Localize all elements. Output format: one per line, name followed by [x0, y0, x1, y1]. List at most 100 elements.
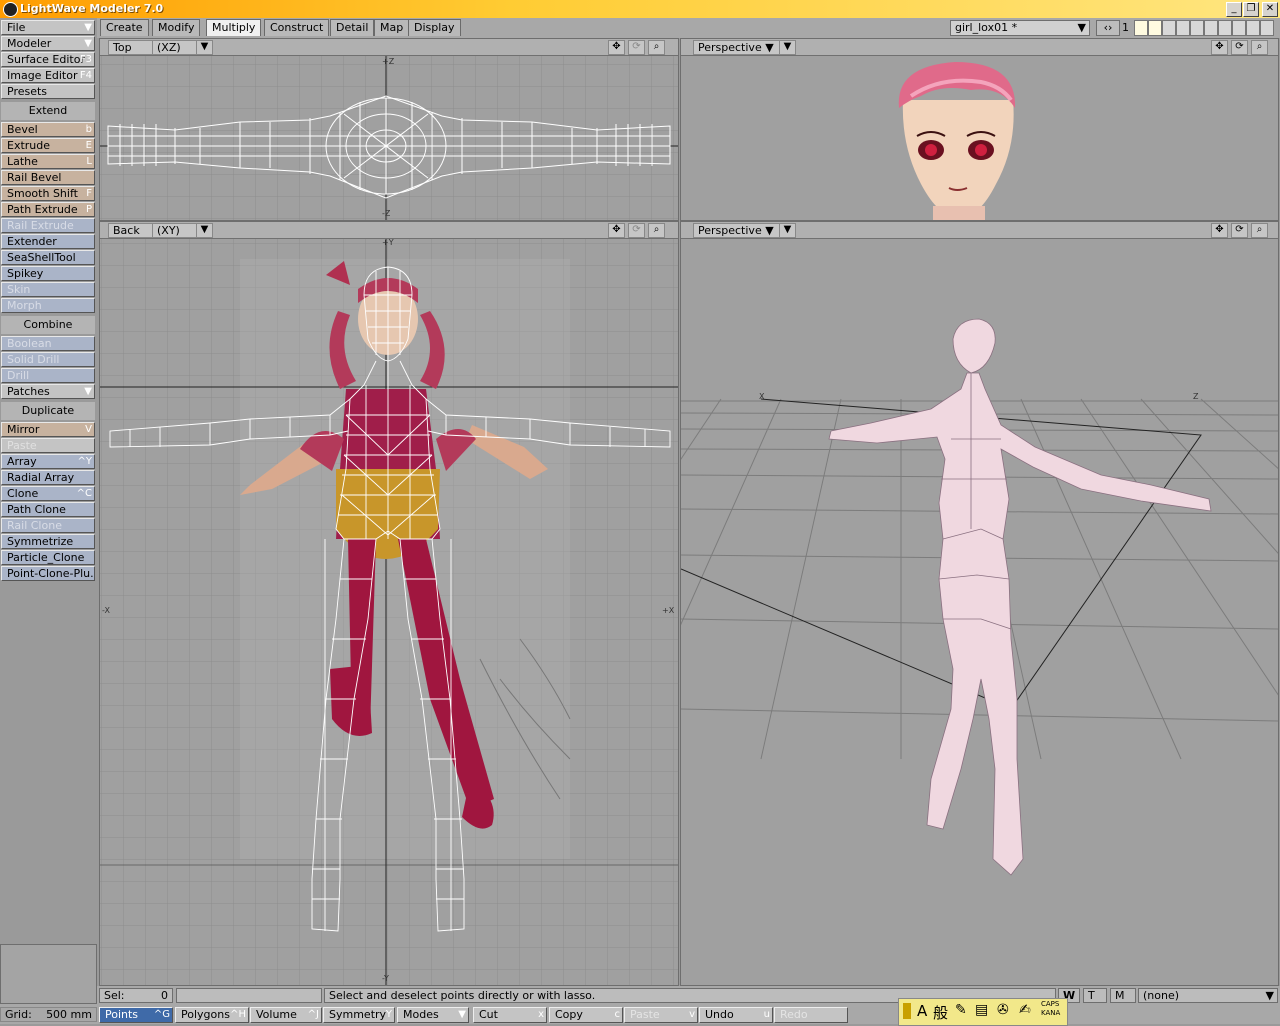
rotate-view-icon[interactable]: ⟳	[628, 223, 645, 238]
sidebar-path-extrude[interactable]: Path Extrude P	[1, 202, 95, 217]
sidebar-modeler[interactable]: Modeler ▼	[1, 36, 95, 51]
view-label[interactable]: Top	[108, 40, 158, 55]
mode-cut-button[interactable]: Cut x	[473, 1007, 547, 1023]
layer-button[interactable]	[1190, 20, 1204, 36]
move-view-icon[interactable]: ✥	[608, 223, 625, 238]
view-label[interactable]: Perspective ▼	[693, 223, 781, 238]
rotate-view-icon[interactable]: ⟳	[1231, 223, 1248, 238]
tab-detail[interactable]: Detail	[330, 19, 375, 36]
sidebar-patches[interactable]: Patches ▼	[1, 384, 95, 399]
sidebar-smooth-shift[interactable]: Smooth Shift F	[1, 186, 95, 201]
sidebar-skin[interactable]: Skin	[1, 282, 95, 297]
viewport-top[interactable]: Top (XZ) ▼ ✥ ⟳ ⌕ +Z -Z	[99, 38, 679, 221]
layer-prev-next[interactable]: ‹›	[1096, 20, 1120, 36]
mode-symmetry-button[interactable]: Symmetry Y	[323, 1007, 395, 1023]
mode-paste-button[interactable]: Paste v	[624, 1007, 698, 1023]
minimize-button[interactable]: _	[1226, 2, 1242, 17]
mode-modes-button[interactable]: Modes ▼	[397, 1007, 469, 1023]
sidebar-image-editor[interactable]: Image Editor F4	[1, 68, 95, 83]
ime-tool-icon[interactable]: ✇	[997, 1002, 1009, 1018]
sidebar-rail-bevel[interactable]: Rail Bevel	[1, 170, 95, 185]
layer-button[interactable]	[1246, 20, 1260, 36]
mode-points-button[interactable]: Points ^G	[99, 1007, 173, 1023]
object-selector[interactable]: girl_lox01 * ▼	[950, 20, 1090, 36]
mode-copy-button[interactable]: Copy c	[549, 1007, 623, 1023]
sidebar-boolean[interactable]: Boolean	[1, 336, 95, 351]
zoom-icon[interactable]: ⌕	[648, 40, 665, 55]
ime-mode-a[interactable]: A	[917, 1002, 927, 1020]
sidebar-extender[interactable]: Extender	[1, 234, 95, 249]
sidebar-paste[interactable]: Paste	[1, 438, 95, 453]
sidebar-rail-extrude[interactable]: Rail Extrude	[1, 218, 95, 233]
viewport-perspective-1[interactable]: Perspective ▼ ▼ ✥ ⟳ ⌕	[680, 38, 1279, 221]
layer-button[interactable]	[1204, 20, 1218, 36]
tab-create[interactable]: Create	[100, 19, 149, 36]
mode-volume-button[interactable]: Volume ^J	[250, 1007, 322, 1023]
sidebar-morph[interactable]: Morph	[1, 298, 95, 313]
chevron-down-icon[interactable]: ▼	[196, 40, 213, 55]
viewport-back[interactable]: Back (XY) ▼ ✥ ⟳ ⌕ +Y -Y -X +X	[99, 221, 679, 986]
view-axes[interactable]: (XY)	[152, 223, 198, 238]
tab-display[interactable]: Display	[408, 19, 461, 36]
layer-button[interactable]	[1162, 20, 1176, 36]
layer-button[interactable]	[1148, 20, 1162, 36]
zoom-icon[interactable]: ⌕	[1251, 40, 1268, 55]
tab-modify[interactable]: Modify	[152, 19, 201, 36]
rotate-view-icon[interactable]: ⟳	[1231, 40, 1248, 55]
sidebar-surface-editor[interactable]: Surface Editor F3	[1, 52, 95, 67]
sidebar-clone[interactable]: Clone ^C	[1, 486, 95, 501]
layer-button[interactable]	[1176, 20, 1190, 36]
tab-construct[interactable]: Construct	[264, 19, 330, 36]
move-view-icon[interactable]: ✥	[1211, 223, 1228, 238]
chevron-down-icon[interactable]: ▼	[196, 223, 213, 238]
sidebar-presets[interactable]: Presets	[1, 84, 95, 99]
sidebar-solid-drill[interactable]: Solid Drill	[1, 352, 95, 367]
back-view-canvas[interactable]: +Y -Y -X +X	[100, 239, 678, 985]
ime-mode-han[interactable]: 般	[933, 1002, 948, 1023]
head-render[interactable]	[681, 56, 1278, 220]
layer-button[interactable]	[1232, 20, 1246, 36]
perspective-canvas[interactable]: X Z	[681, 239, 1278, 985]
mode-undo-button[interactable]: Undo u	[699, 1007, 773, 1023]
top-view-canvas[interactable]: +Z -Z	[100, 56, 678, 220]
sidebar-mirror[interactable]: Mirror V	[1, 422, 95, 437]
mode-redo-button[interactable]: Redo	[774, 1007, 848, 1023]
sidebar-lathe[interactable]: Lathe L	[1, 154, 95, 169]
ime-pad-icon[interactable]: ✎	[955, 1002, 967, 1018]
move-view-icon[interactable]: ✥	[1211, 40, 1228, 55]
zoom-icon[interactable]: ⌕	[1251, 223, 1268, 238]
close-button[interactable]: ✕	[1262, 2, 1278, 17]
sidebar-bevel[interactable]: Bevel b	[1, 122, 95, 137]
mode-polygons-button[interactable]: Polygons ^H	[175, 1007, 249, 1023]
restore-button[interactable]: ❐	[1243, 2, 1259, 17]
sidebar-array[interactable]: Array ^Y	[1, 454, 95, 469]
sidebar-spikey[interactable]: Spikey	[1, 266, 95, 281]
sidebar-rail-clone[interactable]: Rail Clone	[1, 518, 95, 533]
tab-map[interactable]: Map	[374, 19, 410, 36]
sidebar-path-clone[interactable]: Path Clone	[1, 502, 95, 517]
layer-button[interactable]	[1134, 20, 1148, 36]
sidebar-point-clone-plu[interactable]: Point-Clone-Plu...	[1, 566, 95, 581]
texture-button[interactable]: T	[1083, 988, 1107, 1003]
tab-multiply[interactable]: Multiply	[206, 19, 262, 36]
view-label[interactable]: Back	[108, 223, 158, 238]
sidebar-particle-clone[interactable]: Particle_Clone	[1, 550, 95, 565]
chevron-down-icon[interactable]: ▼	[779, 223, 796, 238]
sidebar-radial-array[interactable]: Radial Array	[1, 470, 95, 485]
sidebar-extrude[interactable]: Extrude E	[1, 138, 95, 153]
ime-dictionary-icon[interactable]: ▤	[975, 1002, 988, 1018]
surface-selector[interactable]: (none) ▼	[1138, 988, 1278, 1003]
rotate-view-icon[interactable]: ⟳	[628, 40, 645, 55]
view-axes[interactable]: (XZ)	[152, 40, 198, 55]
chevron-down-icon[interactable]: ▼	[779, 40, 796, 55]
layer-button[interactable]	[1260, 20, 1274, 36]
viewport-perspective-2[interactable]: Perspective ▼ ▼ ✥ ⟳ ⌕ X Z	[680, 221, 1279, 986]
ime-help-icon[interactable]: ✍	[1019, 1002, 1031, 1018]
sidebar-symmetrize[interactable]: Symmetrize	[1, 534, 95, 549]
move-view-icon[interactable]: ✥	[608, 40, 625, 55]
view-label[interactable]: Perspective ▼	[693, 40, 781, 55]
layer-button[interactable]	[1218, 20, 1232, 36]
zoom-icon[interactable]: ⌕	[648, 223, 665, 238]
sidebar-seashelltool[interactable]: SeaShellTool	[1, 250, 95, 265]
ime-toolbar[interactable]: A 般 ✎ ▤ ✇ ✍ CAPS KANA	[898, 998, 1068, 1026]
